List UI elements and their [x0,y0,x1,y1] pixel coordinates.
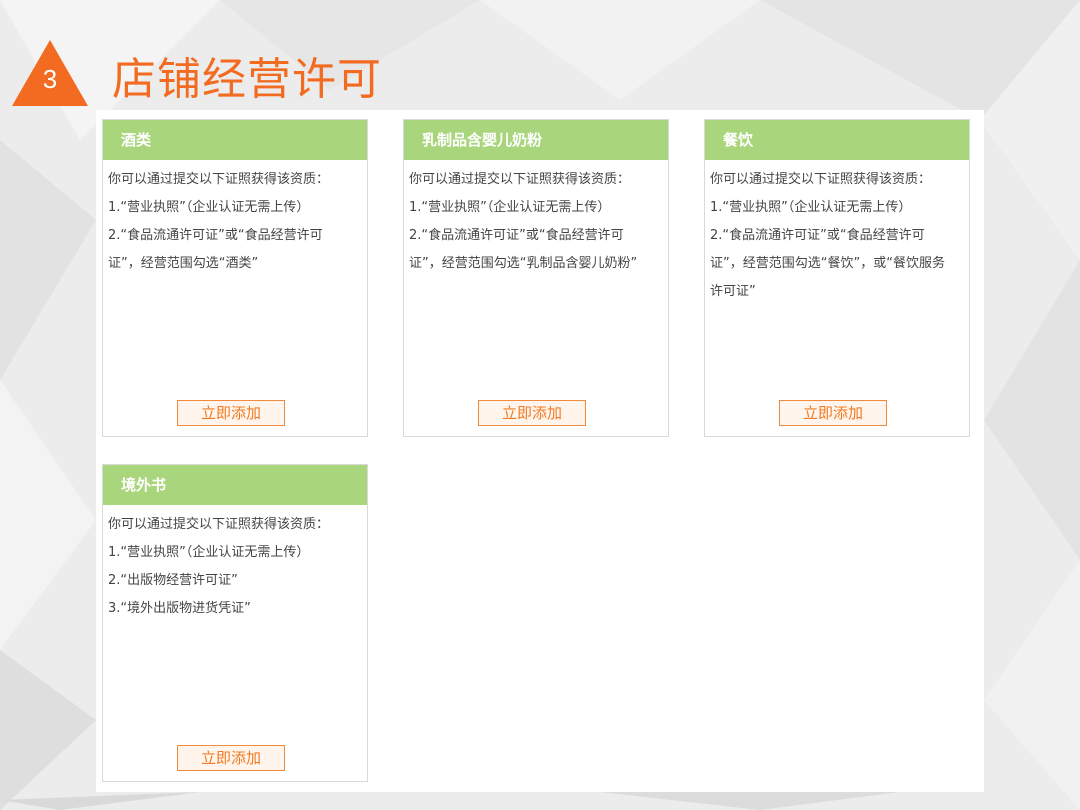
card-title: 境外书 [103,465,367,505]
add-now-button[interactable]: 立即添加 [177,400,285,426]
card-line: 2.“出版物经营许可证” [108,573,238,588]
card-line: 2.“食品流通许可证”或“食品经营许可 [108,228,323,243]
page-header: 3 店铺经营许可 [0,0,1080,110]
card-line: 1.“营业执照”（企业认证无需上传） [108,200,310,215]
card-line: 你可以通过提交以下证照获得该资质： [108,172,330,187]
card-line: 证”，经营范围勾选“餐饮”，或“餐饮服务 [710,256,945,271]
card-line: 1.“营业执照”（企业认证无需上传） [710,200,912,215]
card-description: 你可以通过提交以下证照获得该资质： 1.“营业执照”（企业认证无需上传） 2.“… [103,160,367,278]
card-description: 你可以通过提交以下证照获得该资质： 1.“营业执照”（企业认证无需上传） 2.“… [705,160,969,306]
step-number: 3 [42,64,58,94]
card-line: 许可证” [710,284,756,299]
card-line: 你可以通过提交以下证照获得该资质： [409,172,631,187]
license-panel: 酒类 你可以通过提交以下证照获得该资质： 1.“营业执照”（企业认证无需上传） … [96,110,984,792]
card-description: 你可以通过提交以下证照获得该资质： 1.“营业执照”（企业认证无需上传） 2.“… [404,160,668,278]
step-badge: 3 [12,40,92,108]
card-line: 1.“营业执照”（企业认证无需上传） [409,200,611,215]
license-card-dairy: 乳制品含婴儿奶粉 你可以通过提交以下证照获得该资质： 1.“营业执照”（企业认证… [403,119,669,437]
license-card-foreign-books: 境外书 你可以通过提交以下证照获得该资质： 1.“营业执照”（企业认证无需上传）… [102,464,368,782]
add-now-button[interactable]: 立即添加 [177,745,285,771]
card-description: 你可以通过提交以下证照获得该资质： 1.“营业执照”（企业认证无需上传） 2.“… [103,505,367,623]
card-line: 2.“食品流通许可证”或“食品经营许可 [409,228,624,243]
license-card-catering: 餐饮 你可以通过提交以下证照获得该资质： 1.“营业执照”（企业认证无需上传） … [704,119,970,437]
license-card-alcohol: 酒类 你可以通过提交以下证照获得该资质： 1.“营业执照”（企业认证无需上传） … [102,119,368,437]
page-title: 店铺经营许可 [112,54,382,105]
card-line: 证”，经营范围勾选“乳制品含婴儿奶粉” [409,256,638,271]
card-line: 你可以通过提交以下证照获得该资质： [108,517,330,532]
card-line: 你可以通过提交以下证照获得该资质： [710,172,932,187]
add-now-button[interactable]: 立即添加 [779,400,887,426]
card-title: 餐饮 [705,120,969,160]
card-title: 酒类 [103,120,367,160]
add-now-button[interactable]: 立即添加 [478,400,586,426]
card-line: 证”，经营范围勾选“酒类” [108,256,259,271]
card-line: 2.“食品流通许可证”或“食品经营许可 [710,228,925,243]
card-line: 3.“境外出版物进货凭证” [108,601,251,616]
card-line: 1.“营业执照”（企业认证无需上传） [108,545,310,560]
card-title: 乳制品含婴儿奶粉 [404,120,668,160]
